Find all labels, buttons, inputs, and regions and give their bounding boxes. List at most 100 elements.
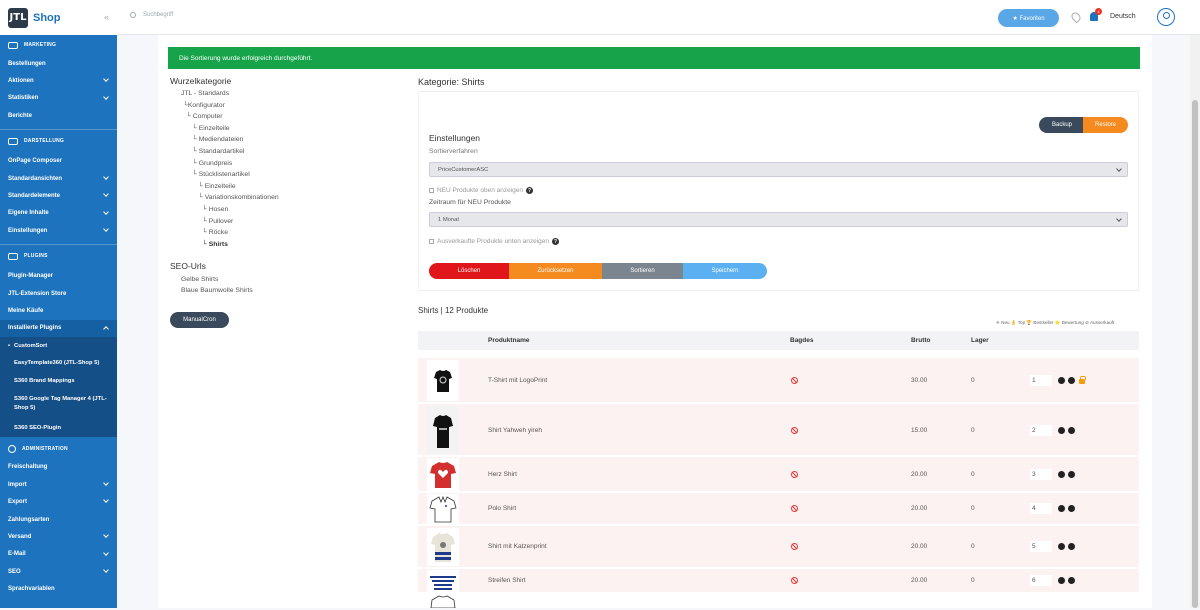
table-row[interactable]: Shirt Yahweh yireh 15.00 0 2 [418, 404, 1139, 456]
table-row[interactable]: Herz Shirt 20.00 0 3 [418, 457, 1139, 492]
position-input[interactable]: 4 [1030, 503, 1052, 514]
move-down-icon[interactable] [1068, 505, 1075, 512]
product-image [427, 570, 459, 592]
lock-icon[interactable] [1079, 376, 1086, 384]
tree-item[interactable]: └ Stücklistenartikel [181, 169, 279, 181]
collapse-sidebar-icon[interactable]: « [104, 12, 109, 22]
sidebar-subitem-google-tag-manager[interactable]: S360 Google Tag Manager 4 (JTL-Shop 5) [0, 389, 117, 420]
move-up-icon[interactable] [1058, 543, 1065, 550]
sidebar-subitem-customsort[interactable]: CustomSort [0, 337, 117, 355]
sidebar-item-zahlungsarten[interactable]: Zahlungsarten [0, 511, 117, 528]
table-row[interactable]: Streifen Shirt 20.00 0 6 [418, 569, 1139, 593]
sidebar-item-standardansichten[interactable]: Standardansichten [0, 170, 117, 187]
tree-item[interactable]: └ Hosen [181, 204, 279, 216]
position-input[interactable]: 2 [1030, 425, 1052, 436]
tree-item[interactable]: └ Computer [181, 111, 279, 123]
move-down-icon[interactable] [1068, 543, 1075, 550]
move-up-icon[interactable] [1058, 427, 1065, 434]
sidebar-item-onpage-composer[interactable]: OnPage Composer [0, 153, 117, 170]
col-produktname[interactable]: Produktname [488, 337, 530, 344]
col-badges[interactable]: Bagdes [790, 337, 813, 344]
sidebar-item-email[interactable]: E-Mail [0, 546, 117, 563]
tree-item[interactable]: JTL - Standards [181, 88, 279, 100]
checkbox-icon[interactable] [429, 239, 434, 244]
sidebar-item-seo[interactable]: SEO [0, 563, 117, 580]
sidebar-subitem-seo-plugin[interactable]: S360 SEO-Plugin [0, 419, 117, 437]
favorites-button[interactable]: ★ Favoriten [998, 9, 1059, 27]
table-row[interactable] [418, 594, 1139, 609]
chevron-down-icon [103, 549, 109, 556]
jtl-logo[interactable]: JTL [8, 7, 28, 28]
help-icon[interactable]: ? [526, 187, 534, 194]
tree-item[interactable]: └ Variationskombinationen [181, 192, 279, 204]
tree-item[interactable]: └Konfigurator [181, 100, 279, 112]
table-header: Produktname Bagdes Brutto Lager [418, 331, 1139, 350]
tree-item[interactable]: └ Pullover [181, 216, 279, 228]
seo-url-link[interactable]: Gelbe Shirts [181, 274, 253, 285]
sidebar-item-einstellungen[interactable]: Einstellungen [0, 222, 117, 239]
sort-button[interactable]: Sortieren [602, 263, 683, 279]
tree-item[interactable]: └ Röcke [181, 227, 279, 239]
delete-button[interactable]: Löschen [429, 263, 509, 279]
sidebar-item-installierte-plugins[interactable]: Installierte Plugins [0, 319, 117, 338]
move-up-icon[interactable] [1058, 471, 1065, 478]
sidebar-item-eigene-inhalte[interactable]: Eigene Inhalte [0, 205, 117, 222]
table-row[interactable]: T-Shirt mit LogoPrint 30.00 0 1 [418, 358, 1139, 403]
new-products-top-checkbox[interactable]: NEU Produkte oben anzeigen? [429, 187, 534, 194]
help-icon[interactable]: ? [552, 238, 560, 245]
position-input[interactable]: 3 [1030, 469, 1052, 480]
language-selector[interactable]: Deutsch [1110, 13, 1136, 20]
position-input[interactable]: 5 [1030, 541, 1052, 552]
new-period-select[interactable]: 1 Monat [429, 212, 1128, 227]
col-lager[interactable]: Lager [971, 337, 989, 344]
move-up-icon[interactable] [1058, 377, 1065, 384]
table-row[interactable]: Shirt mit Katzenprint 20.00 0 5 [418, 526, 1139, 568]
move-down-icon[interactable] [1068, 577, 1075, 584]
sidebar-item-berichte[interactable]: Berichte [0, 107, 117, 124]
sidebar-item-standardelemente[interactable]: Standardelemente [0, 187, 117, 204]
move-down-icon[interactable] [1068, 377, 1075, 384]
location-pin-icon[interactable] [1069, 10, 1083, 24]
search-input[interactable]: Suchbegriff [143, 12, 173, 18]
manualcron-button[interactable]: ManualCron [170, 312, 229, 328]
sidebar-item-export[interactable]: Export [0, 493, 117, 510]
sidebar-item-sprachvariablen[interactable]: Sprachvariablen [0, 580, 117, 597]
tree-item[interactable]: └ Einzelteile [181, 123, 279, 135]
sidebar-subitem-easytemplate[interactable]: EasyTemplate360 (JTL-Shop 5) [0, 354, 117, 372]
move-down-icon[interactable] [1068, 471, 1075, 478]
move-up-icon[interactable] [1058, 577, 1065, 584]
sidebar-subitem-brand-mappings[interactable]: S360 Brand Mappings [0, 371, 117, 390]
shop-brand[interactable]: Shop [33, 12, 61, 24]
backup-button[interactable]: Backup [1039, 117, 1085, 133]
sidebar-item-aktionen[interactable]: Aktionen [0, 72, 117, 89]
scrollbar-thumb[interactable] [1192, 100, 1198, 608]
reset-button[interactable]: Zurücksetzen [509, 263, 602, 279]
sidebar-item-versand[interactable]: Versand [0, 528, 117, 545]
save-button[interactable]: Speichern [683, 263, 767, 279]
position-input[interactable]: 1 [1030, 375, 1052, 386]
sidebar-item-meine-kaeufe[interactable]: Meine Käufe [0, 302, 117, 319]
sort-method-select[interactable]: PriceCustomerASC [429, 162, 1128, 177]
position-input[interactable]: 6 [1030, 575, 1052, 586]
sidebar-item-plugin-manager[interactable]: Plugin-Manager [0, 268, 117, 285]
sidebar-item-statistiken[interactable]: Statistiken [0, 90, 117, 107]
move-down-icon[interactable] [1068, 427, 1075, 434]
sidebar-item-import[interactable]: Import [0, 476, 117, 493]
sidebar-item-freischaltung[interactable]: Freischaltung [0, 459, 117, 476]
tree-item[interactable]: └ Standardartikel [181, 146, 279, 158]
seo-url-link[interactable]: Blaue Baumwolle Shirts [181, 285, 253, 296]
table-row[interactable]: Polo Shirt 20.00 0 4 [418, 493, 1139, 525]
sidebar-item-bestellungen[interactable]: Bestellungen [0, 55, 117, 72]
tree-item[interactable]: └ Grundpreis [181, 158, 279, 170]
move-up-icon[interactable] [1058, 505, 1065, 512]
soldout-bottom-checkbox[interactable]: Ausverkaufte Produkte unten anzeigen? [429, 238, 560, 245]
user-avatar-icon[interactable] [1157, 8, 1175, 26]
tree-item[interactable]: └ Mediendateien [181, 134, 279, 146]
col-brutto[interactable]: Brutto [911, 337, 931, 344]
search-bar[interactable]: Suchbegriff [130, 12, 173, 18]
restore-button[interactable]: Restore [1083, 117, 1128, 133]
sidebar-item-extension-store[interactable]: JTL-Extension Store [0, 285, 117, 302]
checkbox-icon[interactable] [429, 188, 434, 193]
tree-item-active[interactable]: └ Shirts [181, 239, 279, 251]
tree-item[interactable]: └ Einzelteile [181, 181, 279, 193]
